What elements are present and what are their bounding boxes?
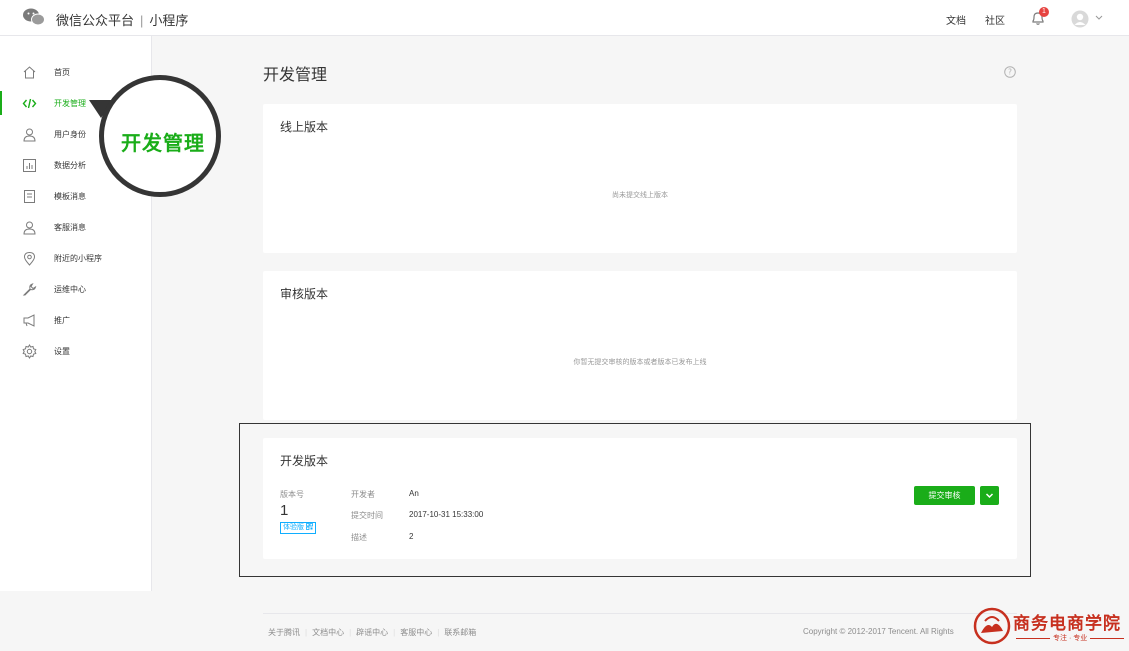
sidebar-item-settings[interactable]: 设置 <box>0 336 151 366</box>
footer-separator: | <box>437 628 440 637</box>
wrench-icon <box>22 283 37 296</box>
community-link[interactable]: 社区 <box>985 12 1005 27</box>
wechat-logo-icon <box>23 8 45 26</box>
online-version-card: 线上版本 尚未提交线上版本 <box>263 104 1017 253</box>
user-icon <box>23 128 36 142</box>
developer-label: 开发者 <box>351 490 375 499</box>
review-version-card: 审核版本 你暂无提交审核的版本或者版本已发布上线 <box>263 271 1017 420</box>
watermark-subtitle: 专注 · 专业 <box>1013 633 1127 643</box>
watermark-logo-icon <box>973 607 1011 645</box>
callout-label: 开发管理 <box>121 133 205 155</box>
submit-time-label: 提交时间 <box>351 511 383 520</box>
svg-text:?: ? <box>1008 68 1012 77</box>
card-title: 线上版本 <box>280 120 329 134</box>
notification-badge: 1 <box>1039 7 1049 17</box>
card-title: 审核版本 <box>280 287 329 301</box>
description-value: 2 <box>409 532 414 541</box>
sidebar-item-promote[interactable]: 推广 <box>0 305 151 335</box>
sidebar-item-nearby[interactable]: 附近的小程序 <box>0 243 151 273</box>
sidebar-item-label: 运维中心 <box>54 285 86 294</box>
footer-link-service[interactable]: 客服中心 <box>400 628 432 637</box>
dev-version-card: 开发版本 版本号 1 体验版 开发者 An 提交时间 2017-10-31 15… <box>263 438 1017 559</box>
developer-value: An <box>409 489 419 498</box>
chevron-down-icon[interactable] <box>1095 13 1103 21</box>
footer-separator: | <box>349 628 352 637</box>
brand[interactable]: 微信公众平台 | 小程序 <box>56 10 188 29</box>
footer-separator: | <box>393 628 396 637</box>
sidebar-item-label: 模板消息 <box>54 192 86 201</box>
docs-link[interactable]: 文档 <box>946 12 966 27</box>
chevron-down-icon <box>985 493 994 499</box>
gear-icon <box>22 344 37 359</box>
trial-version-tag[interactable]: 体验版 <box>280 522 316 534</box>
footer-link-rumor[interactable]: 辟谣中心 <box>356 628 388 637</box>
qrcode-icon <box>306 523 313 530</box>
sidebar-item-label: 用户身份 <box>54 130 86 139</box>
megaphone-icon <box>23 314 35 327</box>
brand-name: 微信公众平台 <box>56 13 135 28</box>
sidebar-item-label: 数据分析 <box>54 161 86 170</box>
sidebar-item-ops[interactable]: 运维中心 <box>0 274 151 304</box>
tag-label: 体验版 <box>283 524 306 531</box>
code-icon <box>22 98 37 109</box>
template-icon <box>24 190 35 203</box>
avatar[interactable] <box>1071 10 1089 28</box>
sidebar-item-label: 推广 <box>54 316 70 325</box>
empty-message: 尚未提交线上版本 <box>612 192 668 199</box>
sidebar-item-label: 附近的小程序 <box>54 254 102 263</box>
service-icon <box>23 221 36 235</box>
footer-separator: | <box>305 628 308 637</box>
page-title: 开发管理 <box>263 67 328 84</box>
sidebar-item-service[interactable]: 客服消息 <box>0 212 151 242</box>
version-number: 1 <box>280 502 289 519</box>
brand-section: 小程序 <box>149 13 189 28</box>
location-icon <box>23 251 36 266</box>
card-title: 开发版本 <box>280 454 329 468</box>
footer-links: 关于腾讯 | 文档中心 | 辟谣中心 | 客服中心 | 联系邮箱 <box>268 627 476 638</box>
footer-link-docs[interactable]: 文档中心 <box>312 628 344 637</box>
watermark-title: 商务电商学院 <box>1013 614 1121 634</box>
sidebar-item-label: 首页 <box>54 68 70 77</box>
brand-separator: | <box>140 13 144 28</box>
home-icon <box>23 66 36 79</box>
footer-link-about[interactable]: 关于腾讯 <box>268 628 300 637</box>
sidebar-item-label: 开发管理 <box>54 99 86 108</box>
empty-message: 你暂无提交审核的版本或者版本已发布上线 <box>573 359 707 366</box>
help-icon[interactable]: ? <box>1004 66 1016 78</box>
chart-icon <box>23 159 36 172</box>
submit-time-value: 2017-10-31 15:33:00 <box>409 510 484 519</box>
copyright: Copyright © 2012-2017 Tencent. All Right… <box>803 627 954 636</box>
submit-review-button[interactable]: 提交审核 <box>914 486 975 505</box>
description-label: 描述 <box>351 533 367 542</box>
sidebar-item-label: 客服消息 <box>54 223 86 232</box>
sidebar-item-label: 设置 <box>54 347 70 356</box>
version-label: 版本号 <box>280 490 304 499</box>
footer-divider <box>263 613 1017 614</box>
more-options-button[interactable] <box>980 486 999 505</box>
top-bar: 微信公众平台 | 小程序 文档 社区 1 <box>0 0 1129 36</box>
footer-link-mail[interactable]: 联系邮箱 <box>444 628 476 637</box>
